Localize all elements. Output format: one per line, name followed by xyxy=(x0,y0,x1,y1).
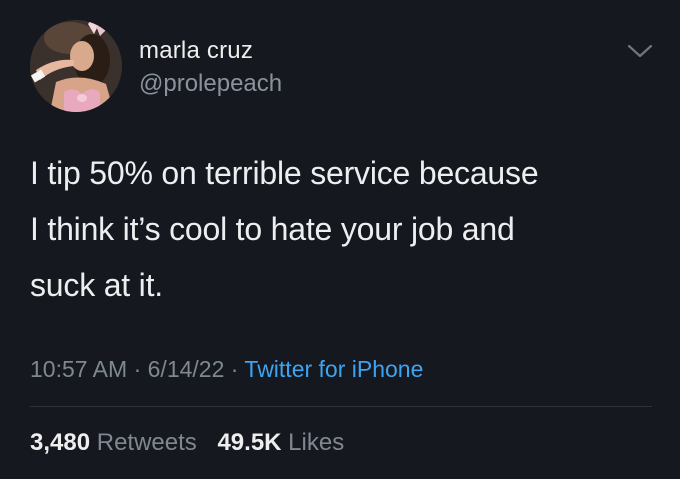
tweet-source-link[interactable]: Twitter for iPhone xyxy=(244,356,423,382)
chevron-down-icon[interactable] xyxy=(626,42,654,60)
meta-separator: · xyxy=(224,356,245,382)
avatar[interactable] xyxy=(30,20,122,112)
likes-label: Likes xyxy=(288,429,345,456)
likes-stat[interactable]: 49.5K Likes xyxy=(217,429,344,456)
tweet-time[interactable]: 10:57 AM xyxy=(30,356,127,382)
tweet-text-line: suck at it. xyxy=(30,267,163,303)
tweet-stats: 3,480 Retweets 49.5K Likes xyxy=(30,428,344,458)
tweet-text: I tip 50% on terrible service because I … xyxy=(30,145,660,313)
tweet-date[interactable]: 6/14/22 xyxy=(148,356,225,382)
retweets-label: Retweets xyxy=(96,429,197,456)
display-name[interactable]: marla cruz xyxy=(139,37,253,65)
meta-separator: · xyxy=(127,356,148,382)
likes-count: 49.5K xyxy=(217,429,282,456)
retweets-stat[interactable]: 3,480 Retweets xyxy=(30,429,197,456)
tweet-meta: 10:57 AM · 6/14/22 · Twitter for iPhone xyxy=(30,354,423,384)
divider xyxy=(30,406,652,407)
tweet-text-line: I tip 50% on terrible service because xyxy=(30,155,539,191)
user-handle[interactable]: @prolepeach xyxy=(139,70,282,98)
tweet-text-line: I think it’s cool to hate your job and xyxy=(30,211,515,247)
tweet-card: marla cruz @prolepeach I tip 50% on terr… xyxy=(0,0,680,479)
retweets-count: 3,480 xyxy=(30,429,91,456)
